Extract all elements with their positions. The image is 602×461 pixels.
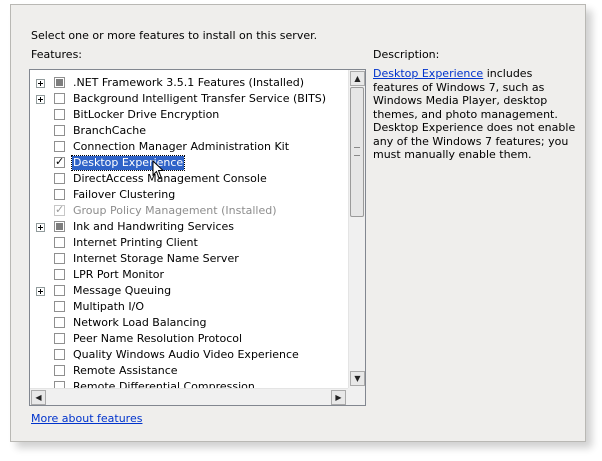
arrow-down-icon: ▼ <box>354 374 361 383</box>
feature-label: Group Policy Management (Installed) <box>73 204 277 217</box>
vertical-scrollbar[interactable]: ▲ ▼ <box>348 70 365 388</box>
feature-label: Message Queuing <box>73 284 172 297</box>
arrow-right-icon: ▶ <box>335 393 342 402</box>
feature-checkbox[interactable] <box>54 141 65 152</box>
mouse-pointer-icon <box>152 160 165 179</box>
features-label: Features: <box>31 48 83 61</box>
description-link[interactable]: Desktop Experience <box>373 67 483 80</box>
feature-label: BranchCache <box>73 124 147 137</box>
feature-label: Ink and Handwriting Services <box>73 220 235 233</box>
feature-row[interactable]: Connection Manager Administration Kit <box>30 139 348 155</box>
feature-label: Remote Assistance <box>73 364 178 377</box>
feature-row[interactable]: Ink and Handwriting Services <box>30 219 348 235</box>
features-tree[interactable]: .NET Framework 3.5.1 Features (Installed… <box>29 69 366 406</box>
feature-checkbox[interactable] <box>54 333 65 344</box>
feature-row[interactable]: Remote Assistance <box>30 363 348 379</box>
feature-row[interactable]: Network Load Balancing <box>30 315 348 331</box>
feature-checkbox <box>54 203 65 216</box>
feature-label: Quality Windows Audio Video Experience <box>73 348 299 361</box>
feature-checkbox[interactable] <box>54 317 65 328</box>
description-text: Desktop Experience includes features of … <box>373 67 581 162</box>
feature-checkbox[interactable] <box>54 173 65 184</box>
expand-plus-icon[interactable] <box>36 79 45 88</box>
feature-label: Network Load Balancing <box>73 316 207 329</box>
scroll-down-button[interactable]: ▼ <box>350 371 365 386</box>
feature-label: Peer Name Resolution Protocol <box>73 332 243 345</box>
feature-checkbox[interactable] <box>54 189 65 200</box>
expand-plus-icon[interactable] <box>36 223 45 232</box>
feature-row[interactable]: Multipath I/O <box>30 299 348 315</box>
feature-row[interactable]: .NET Framework 3.5.1 Features (Installed… <box>30 75 348 91</box>
scroll-left-button[interactable]: ◀ <box>31 390 46 405</box>
description-label: Description: <box>373 48 440 61</box>
feature-checkbox[interactable] <box>54 269 65 280</box>
feature-checkbox[interactable] <box>54 381 65 388</box>
feature-label: Connection Manager Administration Kit <box>73 140 290 153</box>
expand-plus-icon[interactable] <box>36 95 45 104</box>
feature-label: Background Intelligent Transfer Service … <box>73 92 327 105</box>
feature-row[interactable]: Background Intelligent Transfer Service … <box>30 91 348 107</box>
feature-row[interactable]: BranchCache <box>30 123 348 139</box>
feature-row[interactable]: Remote Differential Compression <box>30 379 348 388</box>
feature-row[interactable]: Group Policy Management (Installed) <box>30 203 348 219</box>
expand-plus-icon[interactable] <box>36 287 45 296</box>
arrow-left-icon: ◀ <box>35 393 42 402</box>
feature-checkbox[interactable] <box>54 285 65 296</box>
feature-row[interactable]: DirectAccess Management Console <box>30 171 348 187</box>
feature-label: DirectAccess Management Console <box>73 172 267 185</box>
arrow-up-icon: ▲ <box>354 74 361 83</box>
feature-label: .NET Framework 3.5.1 Features (Installed… <box>73 76 305 89</box>
feature-checkbox[interactable] <box>54 237 65 248</box>
feature-checkbox[interactable] <box>54 301 65 312</box>
feature-checkbox[interactable] <box>54 365 65 376</box>
feature-checkbox[interactable] <box>54 253 65 264</box>
feature-row[interactable]: Peer Name Resolution Protocol <box>30 331 348 347</box>
feature-checkbox[interactable] <box>54 93 65 104</box>
feature-row[interactable]: Desktop Experience <box>30 155 348 171</box>
feature-checkbox[interactable] <box>54 349 65 360</box>
feature-checkbox[interactable] <box>54 155 65 168</box>
feature-label: Remote Differential Compression <box>73 380 255 388</box>
features-tree-rows: .NET Framework 3.5.1 Features (Installed… <box>30 70 348 388</box>
feature-checkbox[interactable] <box>54 221 65 232</box>
scrollbar-corner <box>348 388 365 405</box>
feature-checkbox[interactable] <box>54 77 65 88</box>
feature-label: Internet Storage Name Server <box>73 252 239 265</box>
horizontal-scrollbar[interactable]: ◀ ▶ <box>30 388 348 405</box>
feature-label: LPR Port Monitor <box>73 268 165 281</box>
description-body: includes features of Windows 7, such as … <box>373 67 576 161</box>
feature-label: Multipath I/O <box>73 300 145 313</box>
feature-row[interactable]: Internet Printing Client <box>30 235 348 251</box>
feature-row[interactable]: Internet Storage Name Server <box>30 251 348 267</box>
feature-checkbox[interactable] <box>54 109 65 120</box>
feature-label: Desktop Experience <box>70 155 186 171</box>
feature-label: BitLocker Drive Encryption <box>73 108 220 121</box>
intro-text: Select one or more features to install o… <box>31 29 318 42</box>
feature-label: Internet Printing Client <box>73 236 198 249</box>
feature-label: Failover Clustering <box>73 188 176 201</box>
feature-checkbox[interactable] <box>54 125 65 136</box>
scroll-up-button[interactable]: ▲ <box>350 71 365 86</box>
add-features-page: Select one or more features to install o… <box>10 4 586 442</box>
feature-row[interactable]: Quality Windows Audio Video Experience <box>30 347 348 363</box>
more-about-features-link[interactable]: More about features <box>31 412 142 425</box>
feature-row[interactable]: BitLocker Drive Encryption <box>30 107 348 123</box>
feature-row[interactable]: Message Queuing <box>30 283 348 299</box>
feature-row[interactable]: Failover Clustering <box>30 187 348 203</box>
scroll-right-button[interactable]: ▶ <box>331 390 346 405</box>
feature-row[interactable]: LPR Port Monitor <box>30 267 348 283</box>
vertical-scroll-thumb[interactable] <box>350 87 364 217</box>
